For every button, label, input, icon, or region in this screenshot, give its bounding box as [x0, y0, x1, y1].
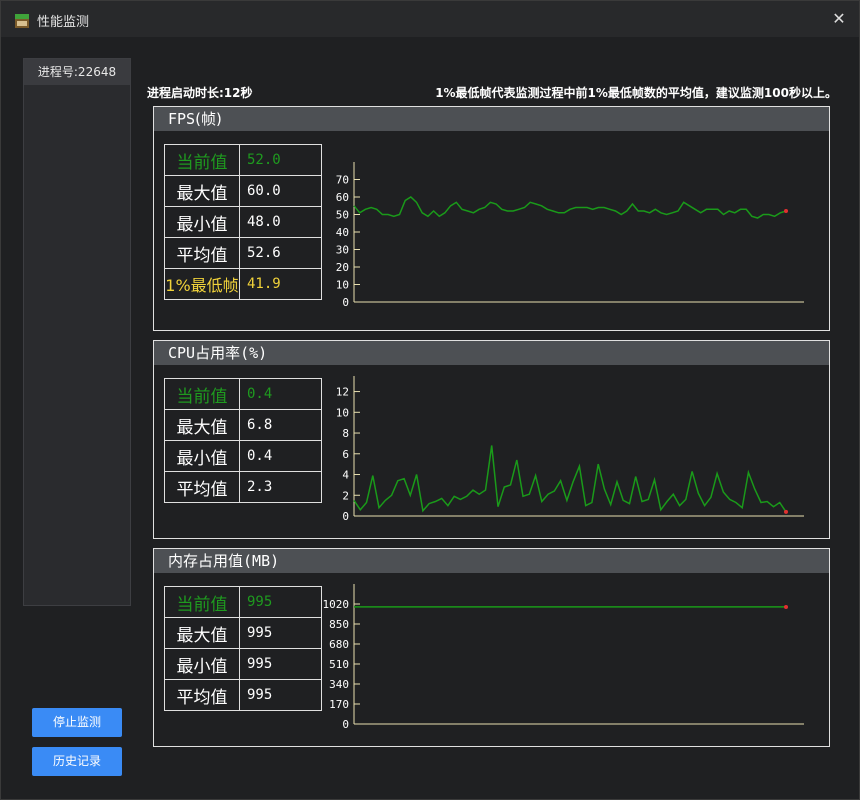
y-tick-label: 2 [342, 489, 349, 502]
y-tick-label: 10 [336, 279, 349, 292]
y-tick-label: 510 [329, 658, 349, 671]
history-button[interactable]: 历史记录 [32, 747, 122, 776]
y-tick-label: 4 [342, 469, 349, 482]
process-sidebar: 进程号:22648 [23, 58, 131, 606]
y-tick-label: 0 [342, 296, 349, 309]
y-tick-label: 50 [336, 209, 349, 222]
fps-panel: FPS(帧) 当前值 52.0 最大值 60.0 最小值 48.0 平均值 52… [153, 106, 830, 331]
fps-chart: 0 10 20 30 40 50 60 70 [336, 162, 804, 309]
close-icon: ✕ [832, 9, 846, 28]
title-bar: 性能监测 ✕ [1, 1, 859, 37]
cpu-panel: CPU占用率(%) 当前值 0.4 最大值 6.8 最小值 0.4 平均值 2.… [153, 340, 830, 539]
y-tick-label: 680 [329, 638, 349, 651]
y-tick-label: 40 [336, 226, 349, 239]
y-tick-label: 20 [336, 261, 349, 274]
y-tick-label: 850 [329, 618, 349, 631]
memory-last-point [784, 604, 788, 609]
y-tick-label: 0 [342, 510, 349, 523]
y-tick-label: 30 [336, 244, 349, 257]
process-uptime: 进程启动时长:12秒 [147, 86, 253, 100]
stop-monitor-button[interactable]: 停止监测 [32, 708, 122, 737]
y-tick-label: 0 [342, 718, 349, 731]
y-tick-label: 10 [336, 406, 349, 419]
memory-chart: 0 170 340 510 680 850 1020 [323, 584, 804, 731]
fps-series-line [353, 196, 787, 219]
y-tick-label: 8 [342, 427, 349, 440]
y-tick-label: 6 [342, 448, 349, 461]
memory-panel: 内存占用值(MB) 当前值 995 最大值 995 最小值 995 平均值 99… [153, 548, 830, 747]
performance-monitor-window: 性能监测 ✕ 进程号:22648 停止监测 历史记录 进程启动时长:12秒 1%… [0, 0, 860, 800]
fps-last-point [784, 209, 788, 213]
cpu-last-point [784, 509, 788, 514]
y-tick-label: 70 [336, 174, 349, 187]
cpu-series-line [353, 445, 787, 513]
process-item[interactable]: 进程号:22648 [24, 59, 130, 85]
close-button[interactable]: ✕ [831, 9, 847, 29]
y-tick-label: 60 [336, 191, 349, 204]
cpu-chart: 0 2 4 6 8 10 12 [336, 376, 804, 523]
y-tick-label: 340 [329, 678, 349, 691]
y-tick-label: 12 [336, 386, 349, 399]
y-tick-label: 170 [329, 698, 349, 711]
app-icon [15, 14, 29, 28]
y-tick-label: 1020 [323, 598, 350, 611]
low-fps-note: 1%最低帧代表监测过程中前1%最低帧数的平均值，建议监测100秒以上。 [435, 86, 837, 100]
window-title: 性能监测 [37, 15, 90, 30]
